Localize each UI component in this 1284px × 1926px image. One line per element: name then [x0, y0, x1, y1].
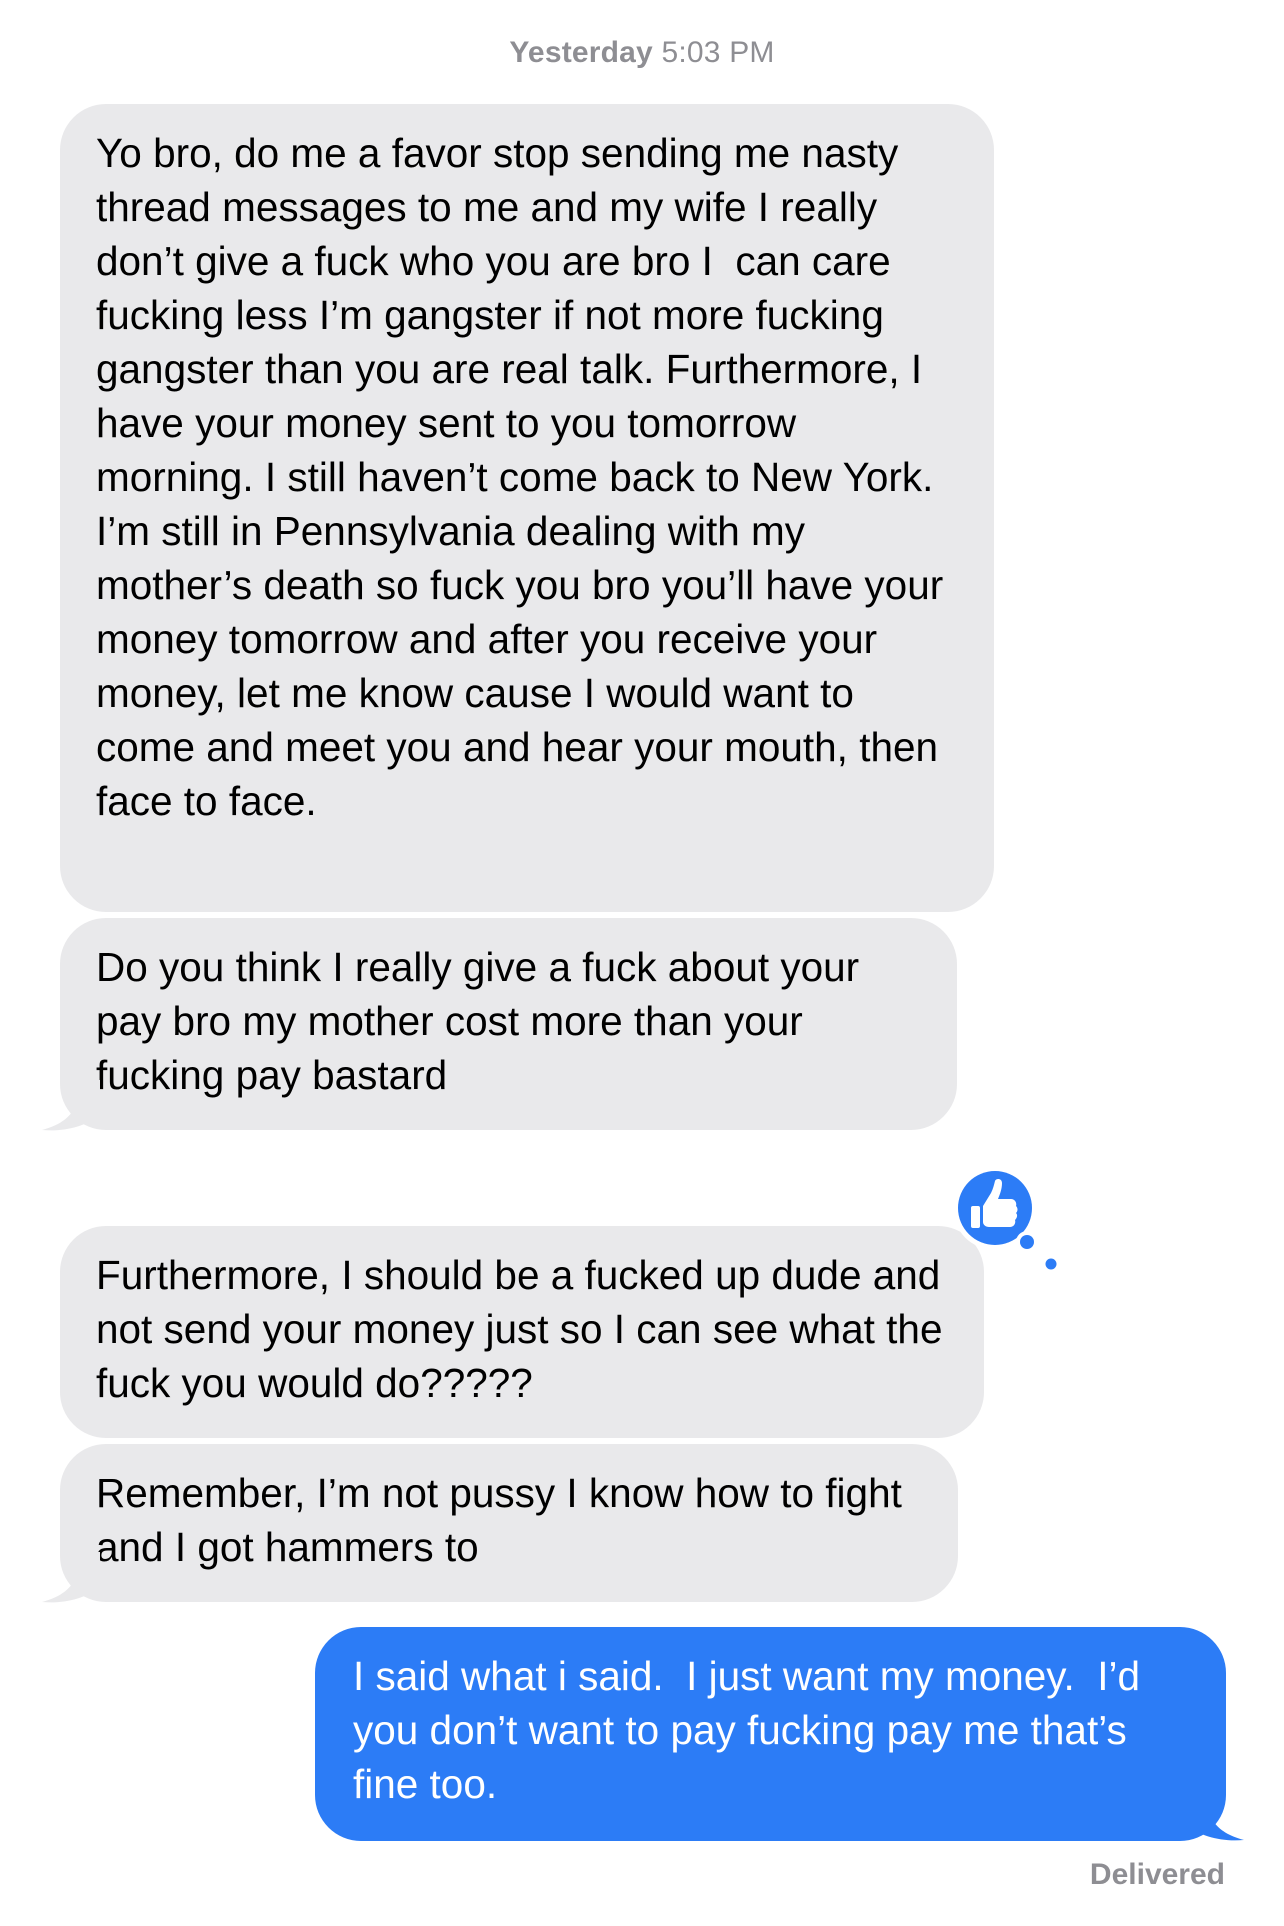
incoming-message-bubble[interactable]: Do you think I really give a fuck about …: [60, 918, 957, 1130]
message-timestamp: Yesterday 5:03 PM: [0, 36, 1284, 70]
delivered-status: Delivered: [1089, 1858, 1225, 1891]
timestamp-time: 5:03 PM: [661, 36, 775, 69]
timestamp-day: Yesterday: [509, 36, 653, 69]
incoming-message-bubble[interactable]: Furthermore, I should be a fucked up dud…: [60, 1226, 984, 1438]
thumbs-up-reaction[interactable]: [947, 1160, 1061, 1274]
incoming-message-bubble[interactable]: Yo bro, do me a favor stop sending me na…: [60, 104, 994, 912]
incoming-message-bubble[interactable]: Remember, I’m not pussy I know how to fi…: [60, 1444, 958, 1602]
incoming-bubble-tail: [42, 1080, 100, 1131]
incoming-bubble-tail: [42, 1552, 100, 1603]
outgoing-bubble-tail: [1186, 1790, 1244, 1841]
outgoing-message-bubble[interactable]: I said what i said. I just want my money…: [315, 1627, 1226, 1841]
